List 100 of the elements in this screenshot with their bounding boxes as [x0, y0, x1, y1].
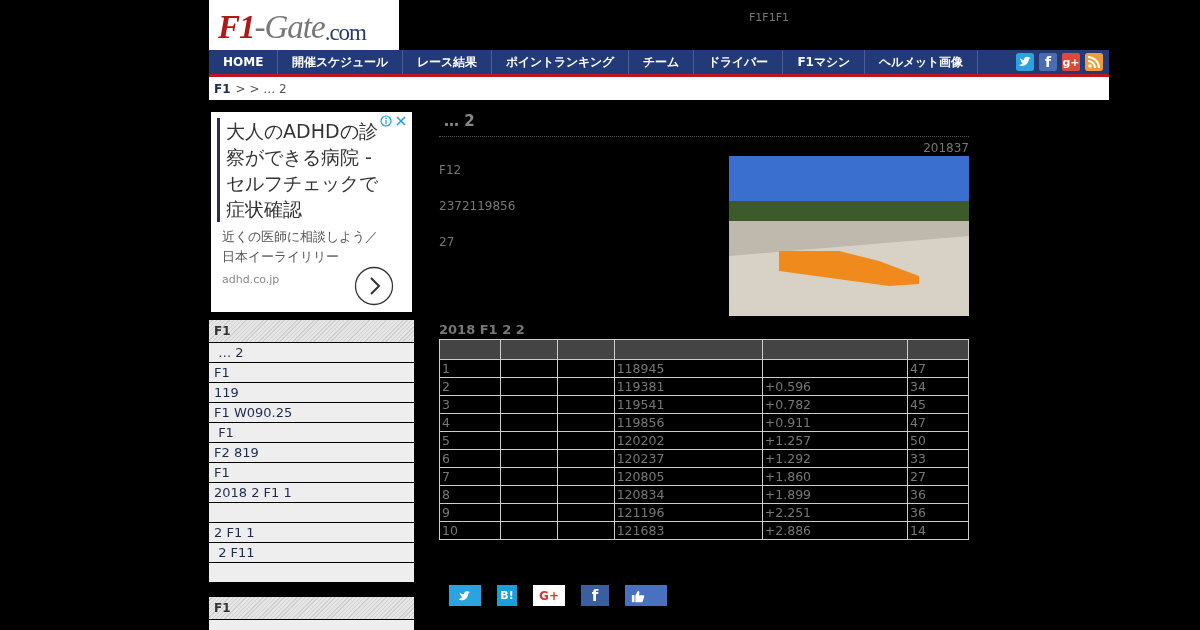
nav-link[interactable]: チーム — [629, 50, 695, 74]
table-cell — [557, 359, 615, 378]
sidebar-link[interactable]: 2 F1 1 — [209, 523, 414, 543]
sidebar-link[interactable]: F1 — [209, 363, 414, 383]
ad-headline[interactable]: 大人のADHDの診察ができる病院 - セルフチェックで症状確認 — [217, 118, 384, 222]
header-cell — [500, 339, 558, 360]
table-cell — [557, 485, 615, 504]
thumbs-up-icon — [631, 588, 645, 603]
chevron-circle-icon[interactable] — [354, 266, 394, 306]
tweet-button[interactable] — [449, 585, 481, 606]
table-cell: +1.257 — [762, 431, 908, 450]
table-cell: 121196 — [614, 503, 763, 522]
google-plus-button[interactable]: G+ — [533, 585, 565, 606]
facebook-icon[interactable]: f — [1039, 53, 1057, 71]
table-cell — [557, 503, 615, 522]
table-cell: 9 — [439, 503, 501, 522]
table-cell: 3 — [439, 395, 501, 414]
table-cell: +1.292 — [762, 449, 908, 468]
sidebar-link[interactable]: F1 — [209, 423, 414, 443]
google-plus-icon[interactable]: g+ — [1062, 53, 1080, 71]
header-cell — [557, 339, 615, 360]
table-cell — [500, 431, 558, 450]
table-title: 2018 F1 2 2 — [439, 322, 526, 337]
bird-icon[interactable] — [1016, 53, 1034, 71]
table-cell — [500, 377, 558, 396]
table-cell: 6 — [439, 449, 501, 468]
table-cell: 121683 — [614, 521, 763, 540]
table-cell — [500, 503, 558, 522]
table-cell: 120237 — [614, 449, 763, 468]
nav-link[interactable]: HOME — [209, 50, 279, 74]
table-cell: 8 — [439, 485, 501, 504]
table-cell: 50 — [907, 431, 969, 450]
nav-link[interactable]: ポイントランキング — [492, 50, 630, 74]
table-cell — [500, 413, 558, 432]
table-cell: 36 — [907, 485, 969, 504]
table-cell — [557, 413, 615, 432]
table-cell: +2.251 — [762, 503, 908, 522]
article-date: 201837 — [922, 141, 969, 155]
nav-link[interactable]: F1マシン — [783, 50, 865, 74]
table-cell: 2 — [439, 377, 501, 396]
table-cell — [500, 395, 558, 414]
table-cell — [500, 449, 558, 468]
table-cell: 5 — [439, 431, 501, 450]
ad-description: 近くの医師に相談しよう／日本イーライリリー — [222, 228, 379, 266]
sidebar-link[interactable]: 119 — [209, 383, 414, 403]
table-cell — [557, 467, 615, 486]
like-button[interactable] — [625, 585, 667, 606]
site-tagline: F1F1F1 — [749, 11, 789, 26]
sidebar-link[interactable]: F1 — [209, 463, 414, 483]
facebook-button[interactable]: f — [581, 585, 609, 606]
table-cell — [557, 449, 615, 468]
table-cell: 119856 — [614, 413, 763, 432]
table-cell: 120805 — [614, 467, 763, 486]
table-cell: 45 — [907, 395, 969, 414]
header-cell — [907, 339, 969, 360]
table-cell: 10 — [439, 521, 501, 540]
sidebar-heading: F1 — [209, 597, 414, 620]
site-logo[interactable]: F1-Gate.com — [209, 0, 399, 50]
sidebar-link[interactable]: F2 819 — [209, 443, 414, 463]
table-cell: 1 — [439, 359, 501, 378]
table-cell — [557, 377, 615, 396]
table-cell: 34 — [907, 377, 969, 396]
sidebar-link[interactable]: … 2 — [209, 343, 414, 363]
table-cell: +2.886 — [762, 521, 908, 540]
table-cell: 47 — [907, 413, 969, 432]
table-cell — [557, 521, 615, 540]
table-cell: 120834 — [614, 485, 763, 504]
table-cell: +0.911 — [762, 413, 908, 432]
article-paragraph: 27 — [439, 234, 456, 250]
table-cell: +1.860 — [762, 467, 908, 486]
nav-link[interactable]: ドライバー — [694, 50, 784, 74]
table-cell: 120202 — [614, 431, 763, 450]
sidebar-link[interactable]: F1 W090.25 — [209, 403, 414, 423]
sidebar-link[interactable]: 2 F11 — [209, 543, 414, 563]
article-paragraph: 2372119856 — [439, 198, 516, 214]
ad-domain: adhd.co.jp — [222, 273, 281, 286]
nav-link[interactable]: レース結果 — [403, 50, 493, 74]
table-cell: 36 — [907, 503, 969, 522]
table-cell: 27 — [907, 467, 969, 486]
table-cell — [557, 395, 615, 414]
breadcrumb-link[interactable]: F1 — [214, 81, 231, 96]
sidebar-link[interactable]: 2018 2 F1 1 — [209, 483, 414, 503]
nav-link[interactable]: ヘルメット画像 — [864, 50, 978, 74]
rss-icon[interactable] — [1085, 53, 1103, 71]
table-cell: +0.782 — [762, 395, 908, 414]
close-icon[interactable] — [395, 115, 407, 127]
table-cell: 119541 — [614, 395, 763, 414]
table-cell — [500, 359, 558, 378]
table-cell: 119381 — [614, 377, 763, 396]
header-cell — [439, 339, 501, 360]
article-title: … 2 — [439, 112, 969, 137]
table-cell: 4 — [439, 413, 501, 432]
table-cell: +1.899 — [762, 485, 908, 504]
table-cell — [500, 485, 558, 504]
table-cell — [557, 431, 615, 450]
nav-link[interactable]: 開催スケジュール — [278, 50, 404, 74]
table-cell: 14 — [907, 521, 969, 540]
info-icon[interactable] — [380, 115, 392, 127]
breadcrumb-text: > > … 2 — [235, 81, 287, 96]
table-cell: +0.596 — [762, 377, 908, 396]
